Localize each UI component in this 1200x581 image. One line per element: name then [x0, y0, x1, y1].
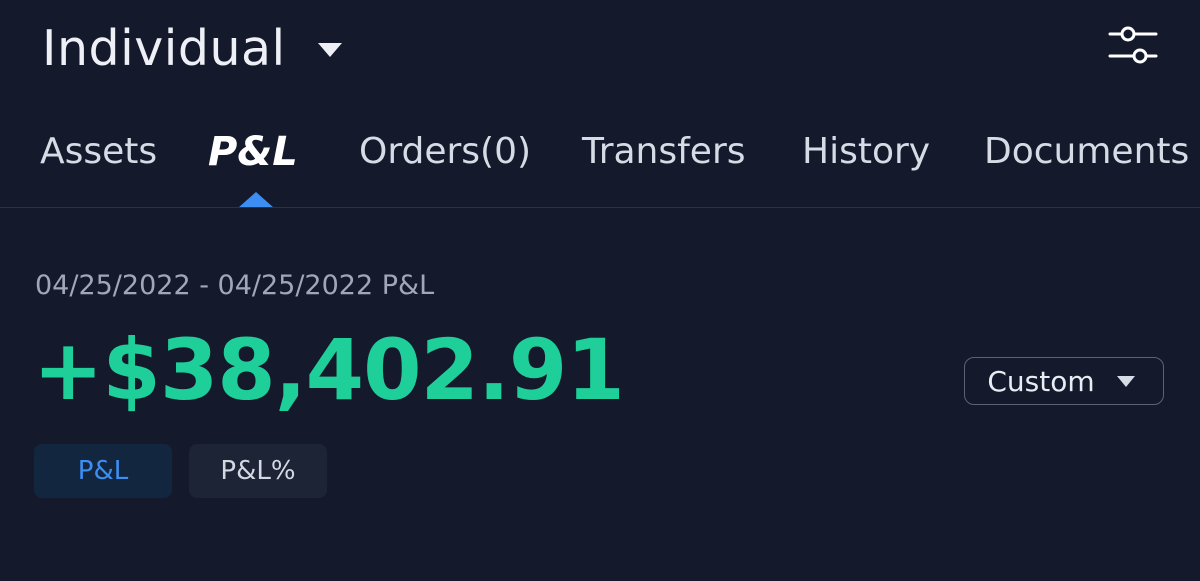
tab-documents[interactable]: Documents [984, 122, 1189, 182]
caret-down-icon [317, 42, 342, 61]
sliders-icon[interactable] [1106, 22, 1160, 68]
active-tab-indicator [238, 192, 274, 208]
account-tabs: Assets P&L Orders(0) Transfers History D… [0, 122, 1200, 182]
pnl-screen: Individual Assets P&L Orders(0) Transfer… [0, 0, 1200, 581]
period-label: Custom [987, 364, 1095, 398]
account-name: Individual [42, 19, 286, 77]
period-dropdown[interactable]: Custom [964, 357, 1164, 405]
date-range-label: 04/25/2022 - 04/25/2022 P&L [35, 270, 435, 301]
tab-orders[interactable]: Orders(0) [359, 122, 531, 182]
caret-down-icon [1116, 372, 1135, 391]
pnl-value: +$38,402.91 [33, 321, 625, 419]
tabs-divider [0, 207, 1200, 208]
tab-transfers[interactable]: Transfers [582, 122, 746, 182]
pnl-percent-toggle-button[interactable]: P&L% [189, 444, 327, 498]
account-selector[interactable]: Individual [42, 18, 342, 78]
tab-history[interactable]: History [802, 122, 930, 182]
tab-assets[interactable]: Assets [40, 122, 157, 182]
pnl-toggle-button[interactable]: P&L [34, 444, 172, 498]
tab-pnl[interactable]: P&L [208, 122, 298, 182]
